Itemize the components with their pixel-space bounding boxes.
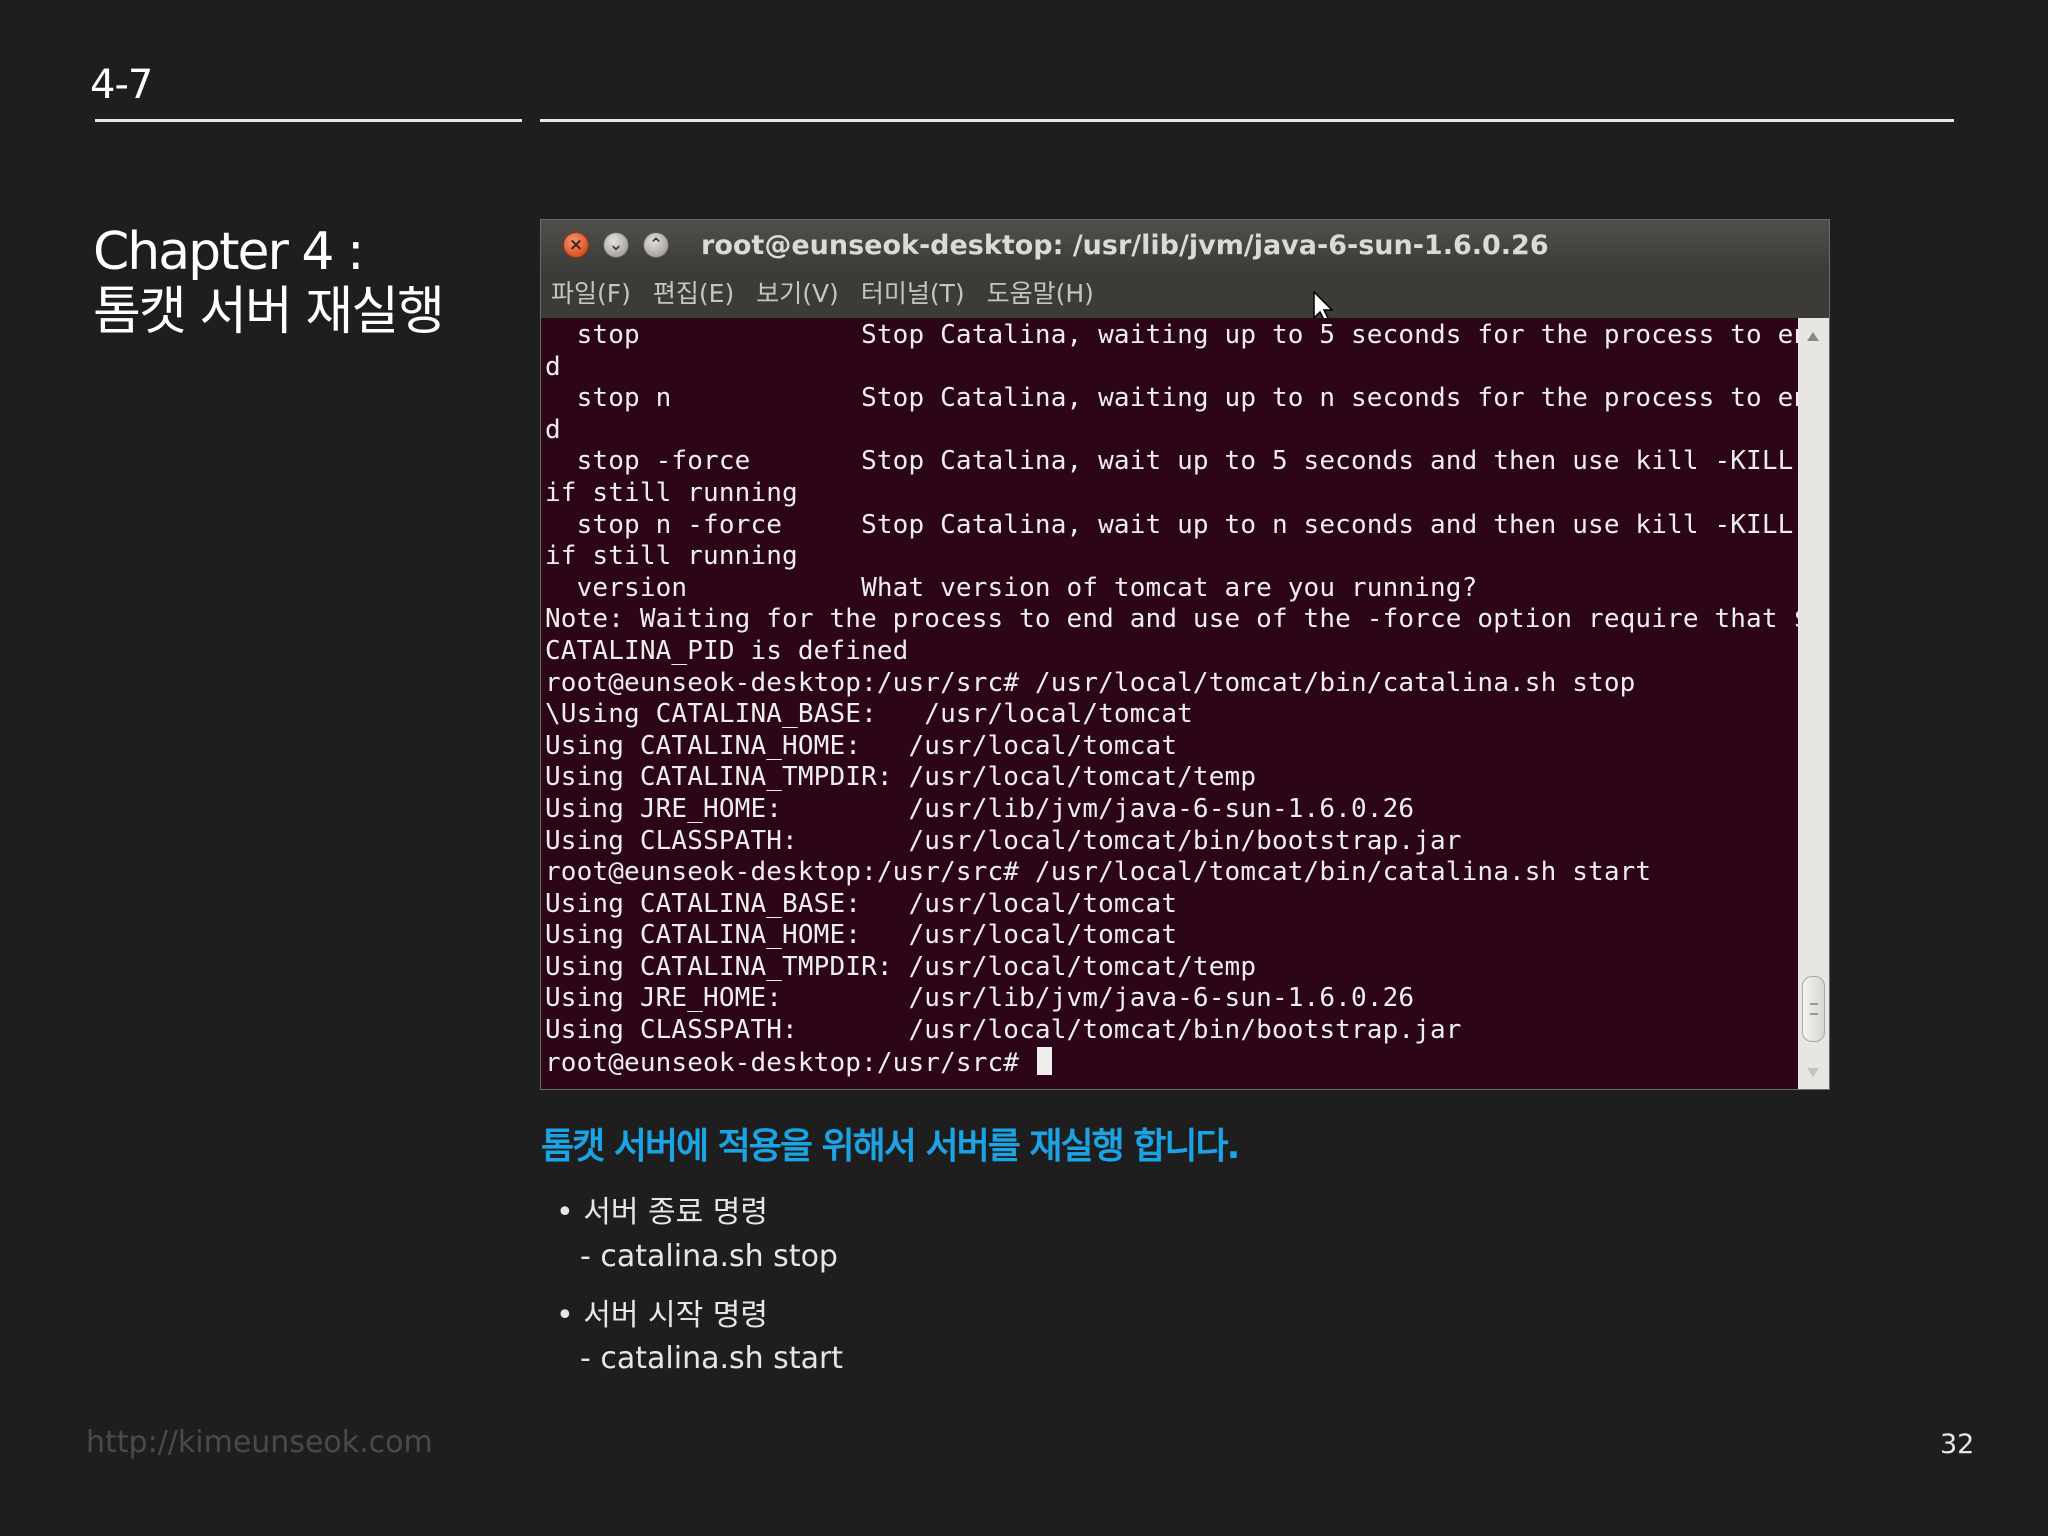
terminal-line: Using CATALINA_TMPDIR: /usr/local/tomcat… — [545, 762, 1257, 793]
terminal-prompt: root@eunseok-desktop:/usr/src# — [545, 1047, 1035, 1078]
terminal-line: if still running — [545, 541, 798, 572]
terminal-line: CATALINA_PID is defined — [545, 635, 909, 666]
terminal-line: stop n -force Stop Catalina, wait up to … — [545, 509, 1794, 540]
bullet-item-start-command: • 서버 시작 명령 — [556, 1290, 768, 1334]
menu-terminal[interactable]: 터미널(T) — [861, 270, 965, 318]
header-divider-left — [95, 119, 522, 122]
terminal-line: Using CLASSPATH: /usr/local/tomcat/bin/b… — [545, 825, 1462, 856]
sub-item-stop: - catalina.sh stop — [580, 1239, 838, 1274]
footer-url: http://kimeunseok.com — [86, 1425, 433, 1460]
terminal-titlebar[interactable]: × ⌄ ⌃ root@eunseok-desktop: /usr/lib/jvm… — [541, 220, 1829, 270]
terminal-line: if still running — [545, 477, 798, 508]
bullet-marker: • — [556, 1195, 574, 1230]
maximize-window-button[interactable]: ⌃ — [643, 232, 669, 258]
chapter-title: Chapter 4 : 톰캣 서버 재실행 — [93, 222, 445, 342]
terminal-scrollbar[interactable] — [1798, 318, 1829, 1089]
chapter-title-line2: 톰캣 서버 재실행 — [93, 282, 445, 342]
window-title: root@eunseok-desktop: /usr/lib/jvm/java-… — [701, 230, 1549, 261]
sub-item-text: catalina.sh stop — [600, 1239, 838, 1274]
sub-item-text: catalina.sh start — [600, 1341, 844, 1376]
sub-item-start: - catalina.sh start — [580, 1341, 843, 1376]
terminal-line: Using CATALINA_HOME: /usr/local/tomcat — [545, 920, 1178, 951]
sub-item-marker: - — [580, 1341, 591, 1376]
terminal-output[interactable]: stop Stop Catalina, waiting up to 5 seco… — [541, 318, 1798, 1089]
terminal-line: stop -force Stop Catalina, wait up to 5 … — [545, 446, 1794, 477]
terminal-line: version What version of tomcat are you r… — [545, 572, 1478, 603]
text-cursor — [1036, 1046, 1052, 1075]
bullet-text: 서버 시작 명령 — [583, 1298, 768, 1333]
slide-headline: 톰캣 서버에 적용을 위해서 서버를 재실행 합니다. — [541, 1126, 1240, 1167]
terminal-line: Using CLASSPATH: /usr/local/tomcat/bin/b… — [545, 1015, 1462, 1046]
minimize-window-button[interactable]: ⌄ — [603, 232, 629, 258]
terminal-line: d — [545, 351, 561, 382]
terminal-line: d — [545, 414, 561, 445]
terminal-line: Using CATALINA_TMPDIR: /usr/local/tomcat… — [545, 951, 1257, 982]
section-number: 4-7 — [90, 62, 153, 108]
scroll-up-arrow-icon[interactable] — [1807, 332, 1819, 341]
slide: { "slide": { "section_number": "4-7", "c… — [0, 0, 2048, 1536]
scroll-down-arrow-icon[interactable] — [1807, 1068, 1819, 1077]
terminal-line: Using CATALINA_BASE: /usr/local/tomcat — [545, 888, 1178, 919]
terminal-prompt-line[interactable]: root@eunseok-desktop:/usr/src# — [545, 1046, 1798, 1080]
terminal-line: \Using CATALINA_BASE: /usr/local/tomcat — [545, 699, 1193, 730]
menu-view[interactable]: 보기(V) — [756, 270, 839, 318]
sub-item-marker: - — [580, 1239, 591, 1274]
bullet-marker: • — [556, 1298, 574, 1333]
terminal-line: root@eunseok-desktop:/usr/src# /usr/loca… — [545, 857, 1652, 888]
terminal-line: Note: Waiting for the process to end and… — [545, 604, 1798, 635]
close-window-button[interactable]: × — [563, 232, 589, 258]
page-number: 32 — [1940, 1429, 1975, 1460]
grip-icon — [1810, 1003, 1818, 1015]
terminal-line: stop n Stop Catalina, waiting up to n se… — [545, 383, 1798, 414]
terminal-line: root@eunseok-desktop:/usr/src# /usr/loca… — [545, 667, 1636, 698]
menu-edit[interactable]: 편집(E) — [653, 270, 734, 318]
terminal-line: Using CATALINA_HOME: /usr/local/tomcat — [545, 730, 1178, 761]
terminal-line: Using JRE_HOME: /usr/lib/jvm/java-6-sun-… — [545, 793, 1415, 824]
chapter-title-line1: Chapter 4 : — [93, 222, 365, 282]
terminal-menubar: 파일(F) 편집(E) 보기(V) 터미널(T) 도움말(H) — [541, 270, 1829, 318]
menu-help[interactable]: 도움말(H) — [987, 270, 1094, 318]
bullet-item-stop-command: • 서버 종료 명령 — [556, 1187, 768, 1231]
terminal-window[interactable]: × ⌄ ⌃ root@eunseok-desktop: /usr/lib/jvm… — [540, 219, 1830, 1090]
menu-file[interactable]: 파일(F) — [551, 270, 631, 318]
terminal-line: stop Stop Catalina, waiting up to 5 seco… — [545, 320, 1798, 350]
bullet-text: 서버 종료 명령 — [583, 1195, 768, 1230]
header-divider-right — [540, 119, 1954, 122]
scrollbar-thumb[interactable] — [1802, 976, 1825, 1042]
terminal-line: Using JRE_HOME: /usr/lib/jvm/java-6-sun-… — [545, 983, 1415, 1014]
